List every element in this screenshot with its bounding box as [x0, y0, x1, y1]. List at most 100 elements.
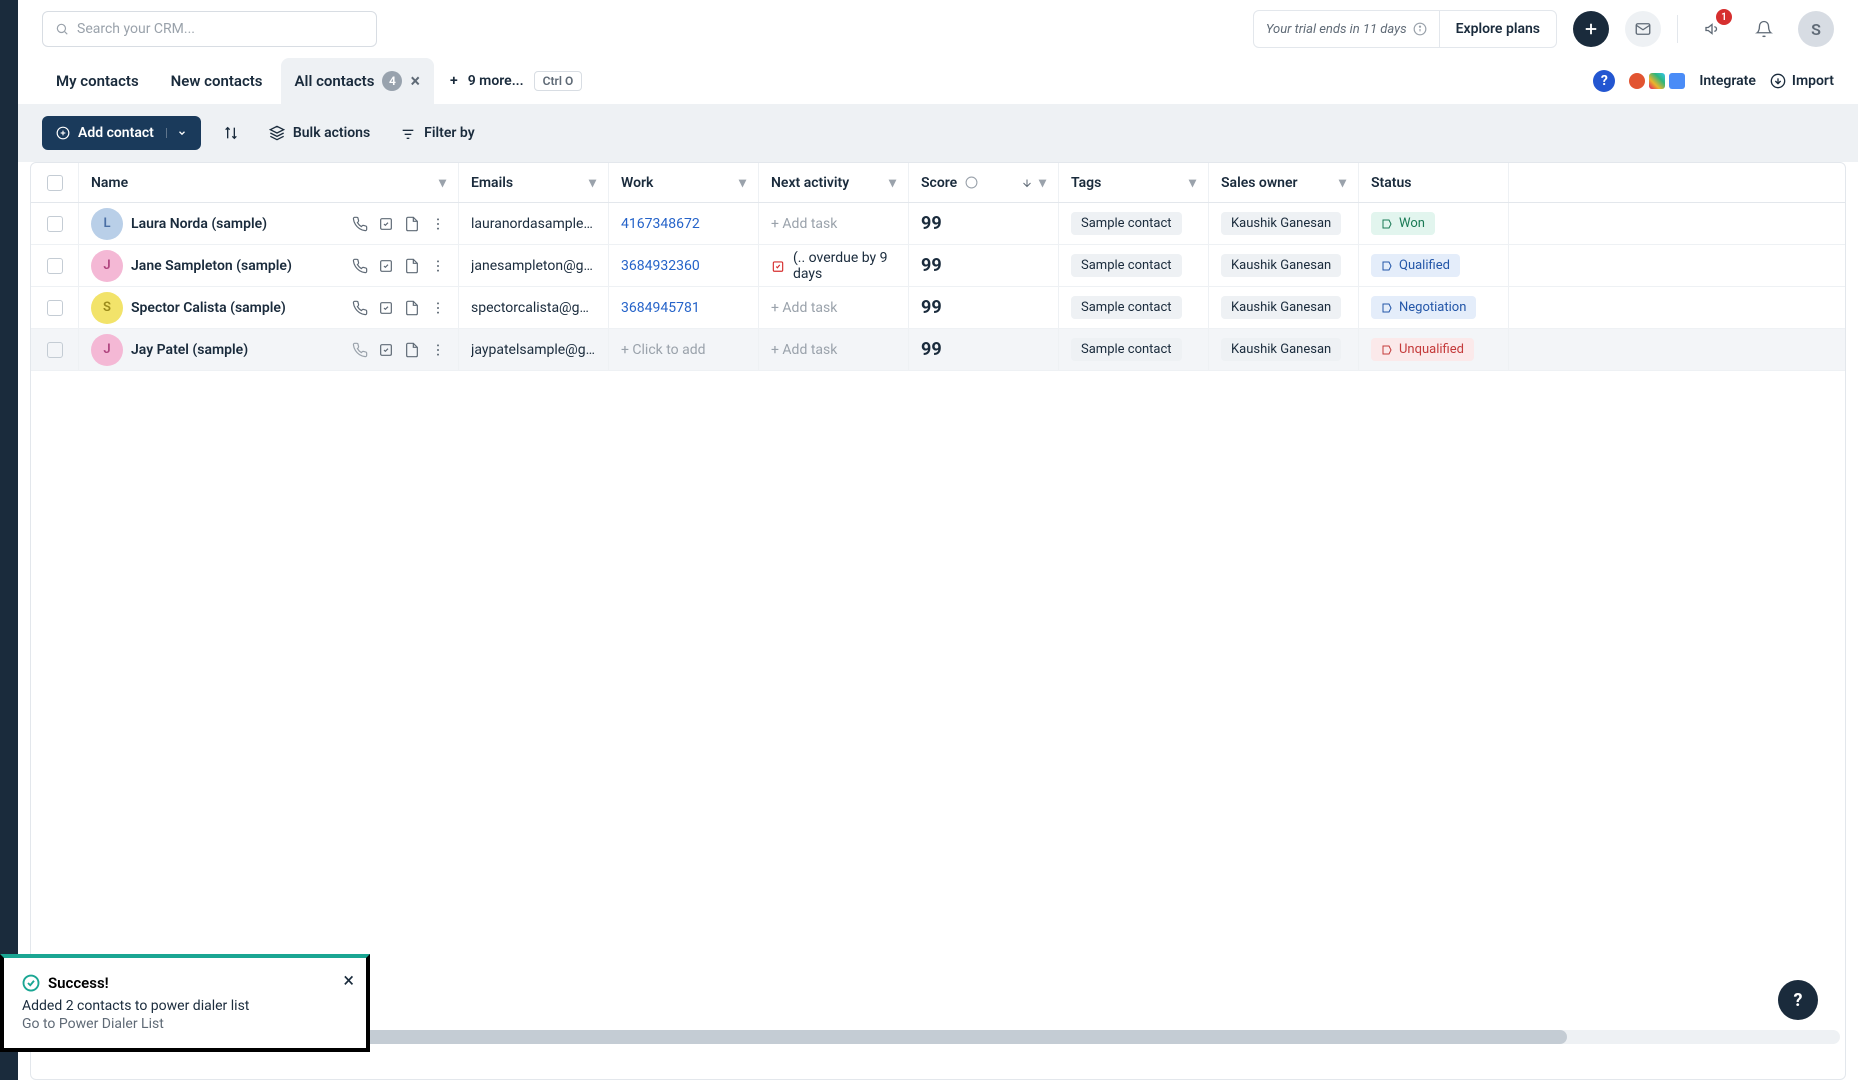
phone-icon[interactable] — [352, 216, 368, 232]
table-row[interactable]: L Laura Norda (sample) lauranordasample@… — [31, 203, 1845, 245]
announcements-button[interactable]: 1 — [1694, 11, 1730, 47]
task-icon[interactable] — [378, 342, 394, 358]
trial-wrap: Your trial ends in 11 days Explore plans — [1253, 10, 1557, 48]
status-chip[interactable]: Won — [1371, 212, 1435, 235]
filter-by-button[interactable]: Filter by — [392, 125, 482, 141]
tag-chip[interactable]: Sample contact — [1071, 254, 1182, 277]
tabsbar: My contacts New contacts All contacts 4 … — [18, 58, 1858, 104]
search-wrap[interactable] — [42, 11, 377, 47]
add-task-button[interactable]: + Add task — [771, 216, 837, 232]
col-name[interactable]: Name▾ — [79, 163, 459, 202]
contact-name-link[interactable]: Spector Calista (sample) — [131, 300, 286, 316]
bulk-actions-button[interactable]: Bulk actions — [261, 125, 378, 141]
user-avatar[interactable]: S — [1798, 11, 1834, 47]
sort-icon — [223, 125, 239, 141]
tab-all-contacts[interactable]: All contacts 4 × — [281, 58, 434, 104]
task-icon[interactable] — [378, 300, 394, 316]
help-icon[interactable]: ? — [1593, 70, 1615, 92]
phone-icon[interactable] — [352, 258, 368, 274]
contact-name-link[interactable]: Jay Patel (sample) — [131, 342, 248, 358]
overdue-icon — [771, 259, 785, 273]
close-icon[interactable]: × — [343, 968, 354, 992]
more-icon[interactable] — [430, 216, 446, 232]
row-checkbox[interactable] — [47, 300, 63, 316]
add-task-button[interactable]: + Add task — [771, 342, 837, 358]
note-icon[interactable] — [404, 258, 420, 274]
status-chip[interactable]: Unqualified — [1371, 338, 1474, 361]
tag-chip[interactable]: Sample contact — [1071, 338, 1182, 361]
layers-icon — [269, 125, 285, 141]
close-icon[interactable]: × — [410, 71, 420, 92]
help-fab[interactable]: ? — [1778, 980, 1818, 1020]
import-link[interactable]: Import — [1770, 73, 1834, 89]
col-work[interactable]: Work▾ — [609, 163, 759, 202]
plus-circle-icon — [56, 126, 70, 140]
tab-new-contacts[interactable]: New contacts — [157, 58, 277, 104]
tag-chip[interactable]: Sample contact — [1071, 296, 1182, 319]
col-status[interactable]: Status — [1359, 163, 1509, 202]
owner-chip[interactable]: Kaushik Ganesan — [1221, 212, 1341, 235]
score-value: 99 — [921, 339, 942, 360]
more-icon[interactable] — [430, 300, 446, 316]
row-checkbox[interactable] — [47, 258, 63, 274]
chevron-down-icon[interactable] — [166, 128, 187, 138]
email-text: lauranordasample@g... — [471, 216, 596, 232]
mail-button[interactable] — [1625, 11, 1661, 47]
add-button[interactable] — [1573, 11, 1609, 47]
col-next-activity[interactable]: Next activity▾ — [759, 163, 909, 202]
integrate-link[interactable]: Integrate — [1699, 73, 1756, 89]
work-phone[interactable]: + Click to add — [621, 342, 706, 358]
bell-button[interactable] — [1746, 11, 1782, 47]
table-row[interactable]: S Spector Calista (sample) spectorcalist… — [31, 287, 1845, 329]
topbar: Your trial ends in 11 days Explore plans… — [18, 0, 1858, 58]
tag-chip[interactable]: Sample contact — [1071, 212, 1182, 235]
toast-link[interactable]: Go to Power Dialer List — [22, 1016, 348, 1032]
search-input[interactable] — [77, 21, 364, 37]
task-icon[interactable] — [378, 258, 394, 274]
owner-chip[interactable]: Kaushik Ganesan — [1221, 296, 1341, 319]
contact-name-link[interactable]: Laura Norda (sample) — [131, 216, 267, 232]
col-tags[interactable]: Tags▾ — [1059, 163, 1209, 202]
main: Your trial ends in 11 days Explore plans… — [18, 0, 1858, 1080]
more-icon[interactable] — [430, 258, 446, 274]
toast-message: Added 2 contacts to power dialer list — [22, 998, 348, 1014]
task-icon[interactable] — [378, 216, 394, 232]
work-phone[interactable]: 4167348672 — [621, 216, 700, 232]
status-chip[interactable]: Qualified — [1371, 254, 1460, 277]
contact-name-link[interactable]: Jane Sampleton (sample) — [131, 258, 292, 274]
work-phone[interactable]: 3684945781 — [621, 300, 700, 316]
tab-count: 4 — [382, 71, 402, 91]
contacts-table: Name▾ Emails▾ Work▾ Next activity▾ Score… — [30, 162, 1846, 1080]
check-circle-icon — [22, 974, 40, 992]
col-emails[interactable]: Emails▾ — [459, 163, 609, 202]
add-task-button[interactable]: + Add task — [771, 300, 837, 316]
explore-plans-button[interactable]: Explore plans — [1439, 11, 1556, 47]
work-phone[interactable]: 3684932360 — [621, 258, 700, 274]
toast-title: Success! — [48, 974, 109, 992]
note-icon[interactable] — [404, 342, 420, 358]
table-header: Name▾ Emails▾ Work▾ Next activity▾ Score… — [31, 163, 1845, 203]
col-score[interactable]: Score ▾ — [909, 163, 1059, 202]
col-sales-owner[interactable]: Sales owner▾ — [1209, 163, 1359, 202]
table-row[interactable]: J Jane Sampleton (sample) janesampleton@… — [31, 245, 1845, 287]
phone-icon[interactable] — [352, 300, 368, 316]
tab-my-contacts[interactable]: My contacts — [42, 58, 153, 104]
table-row[interactable]: J Jay Patel (sample) jaypatelsample@gmai… — [31, 329, 1845, 371]
info-icon — [965, 176, 978, 189]
note-icon[interactable] — [404, 216, 420, 232]
contact-avatar: S — [91, 292, 123, 324]
search-icon — [55, 22, 69, 36]
more-icon[interactable] — [430, 342, 446, 358]
status-chip[interactable]: Negotiation — [1371, 296, 1476, 319]
sort-button[interactable] — [215, 125, 247, 141]
owner-chip[interactable]: Kaushik Ganesan — [1221, 254, 1341, 277]
score-value: 99 — [921, 255, 942, 276]
note-icon[interactable] — [404, 300, 420, 316]
more-tabs-button[interactable]: + 9 more... Ctrl O — [450, 71, 582, 91]
phone-icon[interactable] — [352, 342, 368, 358]
owner-chip[interactable]: Kaushik Ganesan — [1221, 338, 1341, 361]
add-contact-button[interactable]: Add contact — [42, 116, 201, 150]
row-checkbox[interactable] — [47, 342, 63, 358]
select-all-checkbox[interactable] — [47, 175, 63, 191]
row-checkbox[interactable] — [47, 216, 63, 232]
